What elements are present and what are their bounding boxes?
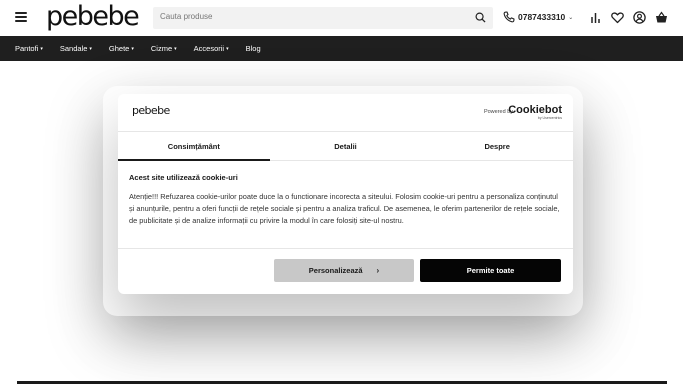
- nav-item-pantofi[interactable]: Pantofi ▾: [15, 44, 43, 53]
- nav-items: Pantofi ▾ Sandale ▾ Ghete ▾ Cizme ▾ Accesorii ▾ Bl…: [9, 36, 272, 61]
- tab-details[interactable]: Detalii: [270, 132, 422, 160]
- main-nav: Pantofi ▾ Sandale ▾ Ghete ▾ Cizme ▾ Accesorii ▾ Bl…: [0, 36, 683, 61]
- nav-item-accesorii[interactable]: Accesorii ▾: [194, 44, 229, 53]
- chevron-down-icon: ⌄: [568, 14, 574, 21]
- tab-about[interactable]: Despre: [421, 132, 573, 160]
- cookiebot-logo[interactable]: Cookiebot: [508, 104, 562, 116]
- dialog-body: Acest site utilizează cookie-uri Atenție…: [129, 173, 561, 228]
- dialog-title: Acest site utilizează cookie-uri: [129, 173, 238, 182]
- site-header: pebebe Cauta produse 0787433310 ⌄: [0, 0, 683, 36]
- nav-item-ghete[interactable]: Ghete ▾: [109, 44, 134, 53]
- logo-text: pebebe: [46, 1, 140, 32]
- chevron-right-icon: ›: [376, 266, 380, 275]
- search-icon[interactable]: [475, 12, 486, 23]
- usercentrics-label: by Usercentrics: [537, 116, 562, 120]
- nav-item-sandale[interactable]: Sandale ▾: [60, 44, 92, 53]
- nav-item-label: Accesorii: [193, 44, 225, 53]
- compare-icon[interactable]: [589, 11, 602, 24]
- dialog-text: Atenție!!! Refuzarea cookie-urilor poate…: [129, 192, 560, 226]
- site-logo[interactable]: pebebe: [46, 1, 140, 32]
- customize-button-label: Personalizează: [308, 266, 363, 275]
- dialog-footer: Personalizează › Permite toate: [118, 248, 573, 294]
- cart-basket-icon[interactable]: [655, 11, 668, 24]
- phone-number: 0787433310: [518, 12, 566, 22]
- chevron-down-icon: ▾: [89, 45, 92, 52]
- nav-item-label: Pantofi: [15, 44, 39, 53]
- nav-item-label: Ghete: [108, 44, 130, 53]
- dialog-tabs: Consimțământ Detalii Despre: [118, 132, 573, 161]
- dialog-logo: pebebe: [132, 104, 170, 117]
- account-icon[interactable]: [633, 11, 646, 24]
- chevron-down-icon: ▾: [174, 45, 177, 52]
- phone-icon: [503, 11, 515, 23]
- allow-all-button-label: Permite toate: [466, 266, 515, 275]
- nav-item-cizme[interactable]: Cizme ▾: [151, 44, 177, 53]
- dialog-header: pebebe Powered by Cookiebot by Usercentr…: [118, 94, 573, 132]
- search-placeholder: Cauta produse: [160, 12, 213, 21]
- cookie-consent-dialog: pebebe Powered by Cookiebot by Usercentr…: [118, 94, 573, 294]
- chevron-down-icon: ▾: [131, 45, 134, 52]
- customize-button[interactable]: Personalizează ›: [274, 259, 414, 282]
- nav-item-blog[interactable]: Blog: [246, 44, 261, 53]
- chevron-down-icon: ▾: [40, 45, 43, 52]
- tab-consent[interactable]: Consimțământ: [118, 132, 270, 161]
- nav-item-label: Cizme: [150, 44, 173, 53]
- allow-all-button[interactable]: Permite toate: [420, 259, 561, 282]
- chevron-down-icon: ▾: [226, 45, 229, 52]
- search-input[interactable]: Cauta produse: [153, 7, 493, 29]
- heart-icon[interactable]: [611, 11, 624, 24]
- nav-item-label: Sandale: [59, 44, 88, 53]
- nav-item-label: Blog: [245, 44, 261, 53]
- phone-contact[interactable]: 0787433310 ⌄: [503, 11, 573, 23]
- menu-icon[interactable]: [15, 12, 27, 22]
